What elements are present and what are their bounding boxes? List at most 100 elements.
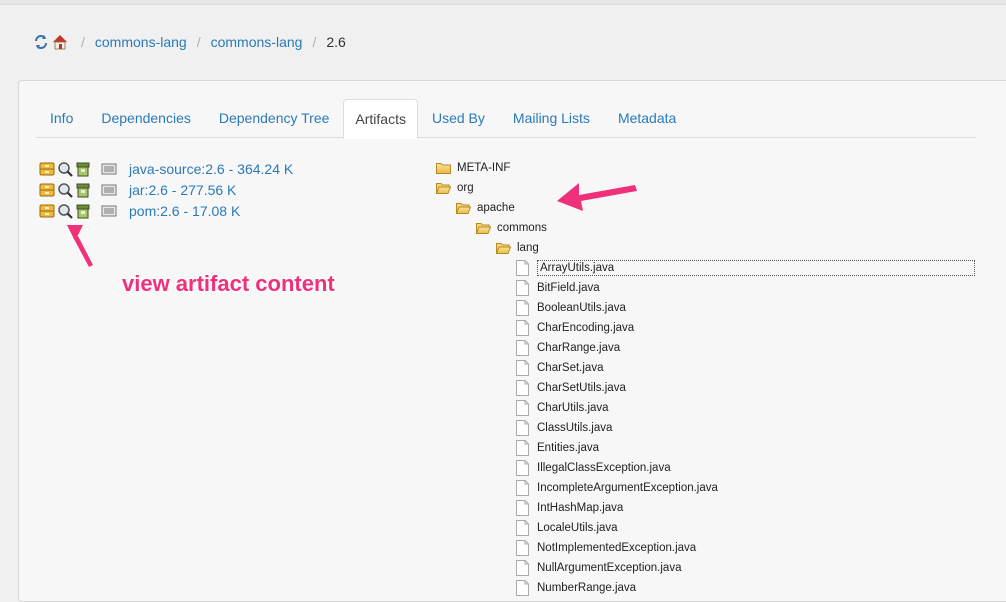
file-icon xyxy=(516,460,529,476)
tree-file-label: CharRange.java xyxy=(537,342,621,354)
tree-file-label: NotImplementedException.java xyxy=(537,542,697,554)
file-icon xyxy=(516,340,529,356)
tree-file[interactable]: BitField.java xyxy=(516,278,600,298)
file-icon xyxy=(516,320,529,336)
folder-open-icon xyxy=(476,223,491,234)
breadcrumb-link-group[interactable]: commons-lang xyxy=(95,34,187,50)
tree-file-label: NullArgumentException.java xyxy=(537,562,682,574)
tree-folder-commons[interactable]: commons xyxy=(476,218,547,238)
tree-folder-org[interactable]: org xyxy=(436,178,474,198)
tree-file[interactable]: IncompleteArgumentException.java xyxy=(516,478,718,498)
annotation-arrow-magnifier xyxy=(67,225,93,267)
artifact-row: pom:2.6 - 17.08 K xyxy=(39,200,293,221)
file-icon xyxy=(516,560,529,576)
magnifier-icon[interactable] xyxy=(57,161,73,177)
tree-file[interactable]: CharEncoding.java xyxy=(516,318,634,338)
annotation-arrow-tree xyxy=(557,183,637,211)
archive-icon[interactable] xyxy=(39,182,55,198)
jar-icon[interactable] xyxy=(75,203,91,219)
file-icon xyxy=(516,380,529,396)
home-icon[interactable] xyxy=(52,34,68,50)
tree-file-label: CharSet.java xyxy=(537,362,604,374)
file-icon xyxy=(516,260,529,276)
archive-icon[interactable] xyxy=(39,203,55,219)
tree-file-label: Entities.java xyxy=(537,442,600,454)
tree-file-label: CharUtils.java xyxy=(537,402,609,414)
tab-artifacts[interactable]: Artifacts xyxy=(343,99,418,139)
tree-folder-apache[interactable]: apache xyxy=(456,198,515,218)
file-icon xyxy=(516,300,529,316)
tab-metadata[interactable]: Metadata xyxy=(604,99,690,137)
tree-file-label: IntHashMap.java xyxy=(537,502,624,514)
artifact-link-java-source[interactable]: java-source:2.6 - 364.24 K xyxy=(129,161,293,177)
tree-file[interactable]: CharUtils.java xyxy=(516,398,609,418)
document-icon[interactable] xyxy=(101,161,117,177)
breadcrumb-separator: / xyxy=(81,34,85,50)
tree-file-label: ArrayUtils.java xyxy=(537,260,975,276)
document-icon[interactable] xyxy=(101,203,117,219)
tree-file[interactable]: CharSet.java xyxy=(516,358,603,378)
file-icon xyxy=(516,420,529,436)
file-icon xyxy=(516,540,529,556)
tree-file-label: CharSetUtils.java xyxy=(537,382,626,394)
tree-file[interactable]: ArrayUtils.java xyxy=(516,258,975,278)
tree-file[interactable]: Entities.java xyxy=(516,438,599,458)
tree-file[interactable]: IntHashMap.java xyxy=(516,498,623,518)
file-icon xyxy=(516,580,529,596)
artifact-row: java-source:2.6 - 364.24 K xyxy=(39,158,293,179)
file-icon xyxy=(516,520,529,536)
tree-file[interactable]: NullArgumentException.java xyxy=(516,558,681,578)
top-bar xyxy=(0,0,1006,5)
tree-label: META-INF xyxy=(457,162,511,174)
breadcrumb-current: 2.6 xyxy=(326,34,346,50)
annotation-label: view artifact content xyxy=(122,271,335,296)
document-icon[interactable] xyxy=(101,182,117,198)
file-icon xyxy=(516,280,529,296)
tab-mailing-lists[interactable]: Mailing Lists xyxy=(499,99,604,137)
tab-dependencies[interactable]: Dependencies xyxy=(87,99,205,137)
tree-label: org xyxy=(457,182,474,194)
archive-icon[interactable] xyxy=(39,161,55,177)
breadcrumb-separator: / xyxy=(196,34,201,50)
folder-open-icon xyxy=(496,243,511,254)
tree-file-label: IllegalClassException.java xyxy=(537,462,671,474)
tree-file[interactable]: NumberRange.java xyxy=(516,578,636,598)
tree-file-label: ClassUtils.java xyxy=(537,422,613,434)
artifact-link-pom[interactable]: pom:2.6 - 17.08 K xyxy=(129,203,240,219)
tree-file-label: LocaleUtils.java xyxy=(537,522,618,534)
file-icon xyxy=(516,500,529,516)
tree-file[interactable]: ClassUtils.java xyxy=(516,418,612,438)
breadcrumb: / commons-lang / commons-lang / 2.6 xyxy=(33,32,346,52)
tree-label: commons xyxy=(497,222,547,234)
tree-folder-meta-inf[interactable]: META-INF xyxy=(436,158,510,178)
breadcrumb-separator: / xyxy=(312,34,317,50)
tree-file-label: BitField.java xyxy=(537,282,600,294)
magnifier-icon[interactable] xyxy=(57,203,73,219)
tree-file[interactable]: CharRange.java xyxy=(516,338,620,358)
tree-file-label: NumberRange.java xyxy=(537,582,637,594)
tree-folder-lang[interactable]: lang xyxy=(496,238,539,258)
tree-file[interactable]: NotImplementedException.java xyxy=(516,538,696,558)
folder-open-icon xyxy=(436,183,451,194)
tree-file[interactable]: CharSetUtils.java xyxy=(516,378,626,398)
file-icon xyxy=(516,400,529,416)
tab-info[interactable]: Info xyxy=(36,99,87,137)
tree-file[interactable]: IllegalClassException.java xyxy=(516,458,671,478)
jar-icon[interactable] xyxy=(75,182,91,198)
tab-dependency-tree[interactable]: Dependency Tree xyxy=(205,99,344,137)
tab-bar: Info Dependencies Dependency Tree Artifa… xyxy=(36,99,976,139)
magnifier-icon[interactable] xyxy=(57,182,73,198)
tree-label: apache xyxy=(477,202,515,214)
artifact-row: jar:2.6 - 277.56 K xyxy=(39,179,293,200)
file-icon xyxy=(516,440,529,456)
refresh-icon[interactable] xyxy=(33,34,49,50)
jar-icon[interactable] xyxy=(75,161,91,177)
file-icon xyxy=(516,360,529,376)
tab-used-by[interactable]: Used By xyxy=(418,99,499,137)
artifact-list: java-source:2.6 - 364.24 K jar:2.6 - 277… xyxy=(39,158,293,221)
artifact-link-jar[interactable]: jar:2.6 - 277.56 K xyxy=(129,182,236,198)
breadcrumb-link-artifact[interactable]: commons-lang xyxy=(211,34,303,50)
content-panel: Info Dependencies Dependency Tree Artifa… xyxy=(18,80,1006,602)
tree-file[interactable]: LocaleUtils.java xyxy=(516,518,618,538)
tree-file[interactable]: BooleanUtils.java xyxy=(516,298,626,318)
